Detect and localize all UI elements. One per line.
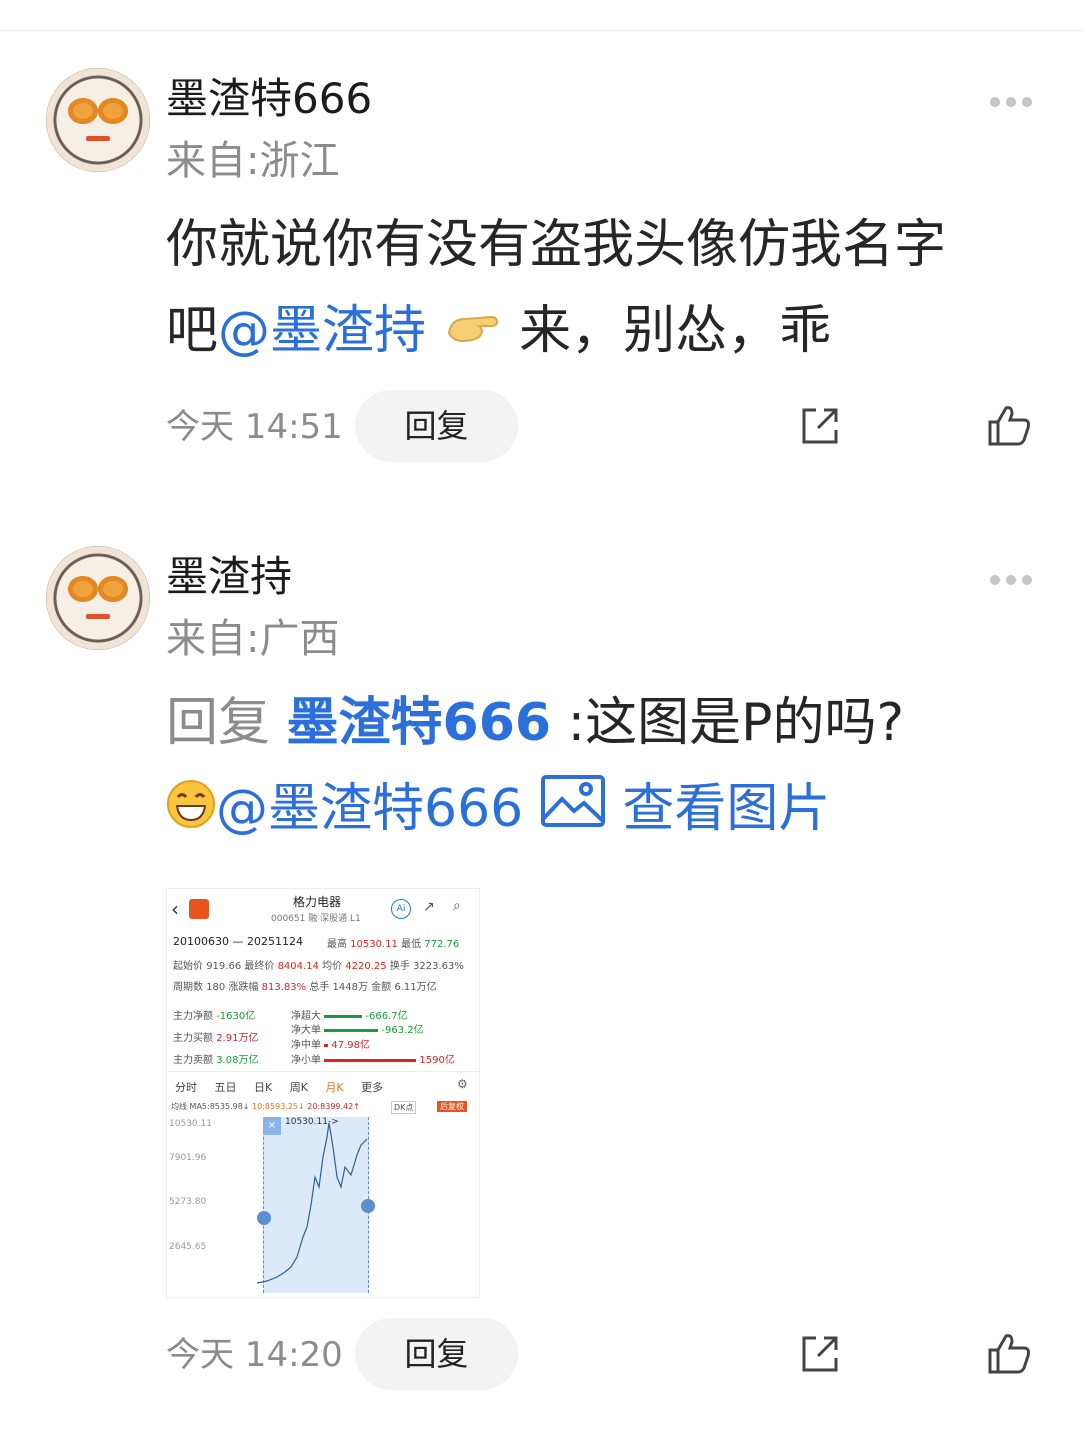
username[interactable]: 墨渣持 bbox=[166, 550, 292, 604]
back-icon[interactable]: ‹ bbox=[171, 897, 179, 921]
mention-link[interactable]: @墨渣持 bbox=[218, 301, 426, 361]
comment-text-prefix: 吧 bbox=[166, 301, 219, 361]
reply-button[interactable]: 回复 bbox=[355, 390, 518, 462]
reply-text-line2: @墨渣特666 查看图片 bbox=[166, 766, 830, 855]
tab-minute[interactable]: 分时 bbox=[175, 1081, 197, 1094]
tab-month[interactable]: 月K bbox=[325, 1081, 343, 1094]
stock-name: 格力电器 bbox=[293, 895, 342, 909]
share-icon[interactable]: ↗ bbox=[423, 899, 435, 915]
net-small: 净小单 1590亿 bbox=[291, 1055, 455, 1066]
more-options-icon[interactable] bbox=[990, 92, 1038, 107]
timestamp: 今天 14:20 bbox=[166, 1335, 343, 1375]
location-label: 来自:广西 bbox=[166, 616, 340, 662]
main-net: 主力净额 -1630亿 bbox=[173, 1011, 256, 1022]
price-line bbox=[256, 1122, 368, 1284]
main-sell: 主力卖额 3.08万亿 bbox=[173, 1055, 259, 1066]
net-super: 净超大 -666.7亿 bbox=[291, 1011, 408, 1022]
stats-row-2: 周期数 180 涨跌幅 813.83% 总手 1448万 金额 6.11万亿 bbox=[173, 982, 437, 993]
reply-content: :这图是P的吗? bbox=[567, 693, 905, 753]
reply-button[interactable]: 回复 bbox=[355, 1318, 518, 1390]
tab-5day[interactable]: 五日 bbox=[215, 1081, 237, 1094]
like-icon[interactable] bbox=[986, 402, 1032, 448]
app-logo bbox=[189, 899, 209, 919]
share-icon[interactable] bbox=[798, 404, 842, 448]
adjust-button[interactable]: 后复权 bbox=[437, 1101, 467, 1112]
avatar[interactable] bbox=[46, 546, 150, 650]
view-image-link[interactable]: 查看图片 bbox=[622, 779, 830, 839]
ma-line: 均线 MA5:8535.98↓ 10:8593.25↓ 20:8399.42↑ bbox=[171, 1102, 360, 1111]
net-mid: 净中单 47.98亿 bbox=[291, 1040, 371, 1051]
tab-more[interactable]: 更多 bbox=[361, 1081, 383, 1094]
pointing-hand-emoji-icon bbox=[443, 291, 503, 377]
mention-link[interactable]: @墨渣特666 bbox=[216, 779, 523, 839]
timestamp: 今天 14:51 bbox=[166, 407, 343, 447]
high-low: 最高 10530.11 最低 772.76 bbox=[327, 939, 460, 950]
attached-image[interactable]: ‹ 格力电器 000651 融 深股通 L1 Ai ↗ ⌕ 20100630 —… bbox=[166, 888, 480, 1298]
like-icon[interactable] bbox=[986, 1330, 1032, 1376]
comment-text-line2: 吧@墨渣持 来，别怂，乖 bbox=[166, 288, 831, 377]
main-buy: 主力买额 2.91万亿 bbox=[173, 1033, 259, 1044]
settings-gear-icon[interactable]: ⚙ bbox=[457, 1077, 468, 1091]
username[interactable]: 墨渣特666 bbox=[166, 72, 372, 126]
right-handle[interactable] bbox=[361, 1199, 375, 1213]
comment-text-suffix: 来，别怂，乖 bbox=[519, 301, 832, 361]
net-large: 净大单 -963.2亿 bbox=[291, 1025, 424, 1036]
ai-icon[interactable]: Ai bbox=[391, 899, 411, 919]
stats-row-1: 起始价 919.66 最终价 8404.14 均价 4220.25 换手 322… bbox=[173, 961, 464, 972]
reply-word: 回复 bbox=[166, 693, 271, 753]
share-icon[interactable] bbox=[798, 1332, 842, 1376]
search-icon[interactable]: ⌕ bbox=[453, 898, 461, 914]
period-tabs[interactable]: 分时 五日 日K 周K 月K 更多 bbox=[175, 1079, 383, 1095]
left-handle[interactable] bbox=[257, 1211, 271, 1225]
grinning-face-emoji-icon bbox=[166, 769, 216, 855]
more-options-icon[interactable] bbox=[990, 570, 1038, 585]
reply-text-line: 回复 墨渣特666 :这图是P的吗? bbox=[166, 680, 904, 766]
tab-week[interactable]: 周K bbox=[290, 1081, 308, 1094]
reply-target-link[interactable]: 墨渣特666 bbox=[287, 693, 552, 753]
tab-day[interactable]: 日K bbox=[254, 1081, 272, 1094]
date-range: 20100630 — 20251124 bbox=[173, 935, 303, 948]
stock-code: 000651 融 深股通 L1 bbox=[271, 914, 361, 924]
avatar[interactable] bbox=[46, 68, 150, 172]
dk-button[interactable]: DK点 bbox=[391, 1101, 417, 1114]
location-label: 来自:浙江 bbox=[166, 138, 340, 184]
top-divider bbox=[0, 30, 1084, 31]
comment-text: 你就说你有没有盗我头像仿我名字 bbox=[166, 215, 947, 275]
image-icon[interactable] bbox=[540, 769, 606, 855]
